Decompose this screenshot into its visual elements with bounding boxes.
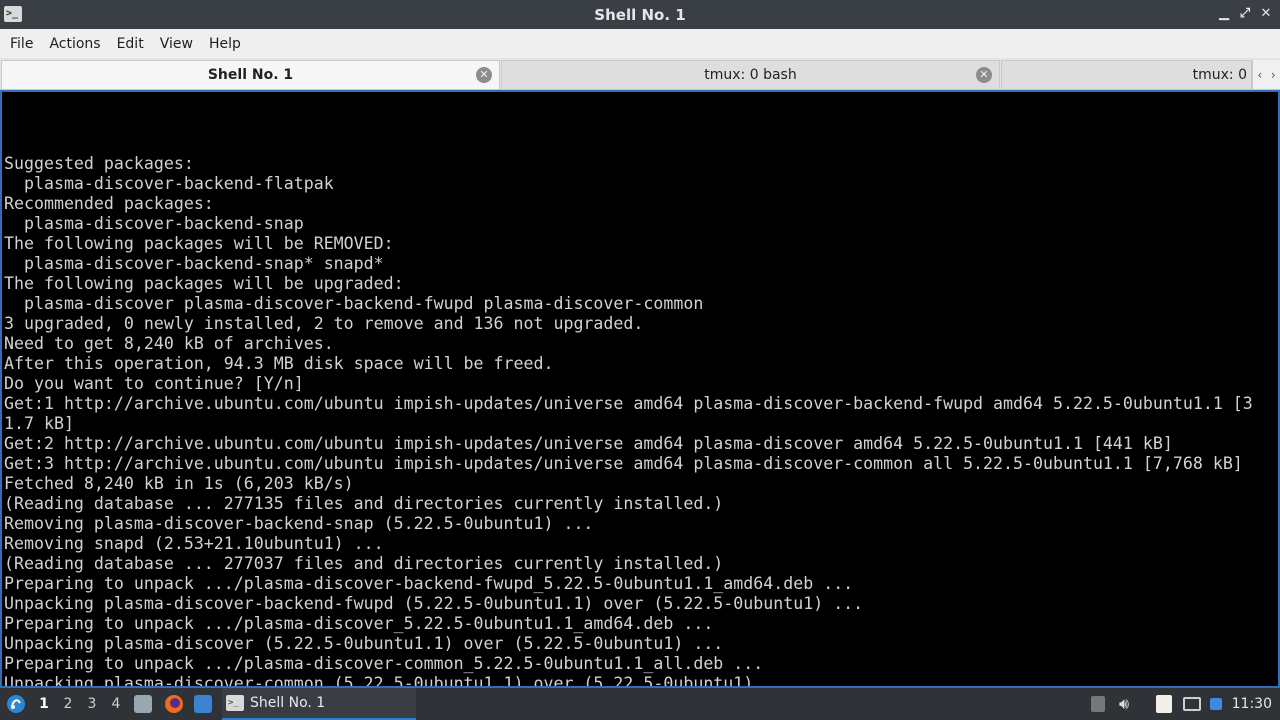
- terminal-line: Unpacking plasma-discover-common (5.22.5…: [4, 674, 794, 688]
- file-manager-icon[interactable]: [134, 688, 152, 720]
- workspace-1[interactable]: 1: [32, 688, 56, 720]
- taskbar-task-shell[interactable]: >_ Shell No. 1: [222, 688, 416, 720]
- terminal-output: Suggested packages: plasma-discover-back…: [4, 94, 1278, 688]
- taskbar: 1 2 3 4 >_ Shell No. 1 🔊︎ 11:30: [0, 688, 1280, 720]
- menu-edit[interactable]: Edit: [109, 36, 152, 52]
- window-title: Shell No. 1: [594, 5, 686, 24]
- terminal-line: Suggested packages:: [4, 154, 194, 173]
- terminal-line: plasma-discover-backend-flatpak: [4, 174, 334, 193]
- terminal-line: Get:2 http://archive.ubuntu.com/ubuntu i…: [4, 434, 1173, 453]
- tab-tmux-partial[interactable]: tmux: 0: [1001, 60, 1252, 89]
- close-button[interactable]: ✕: [1258, 5, 1274, 23]
- terminal-line: 3 upgraded, 0 newly installed, 2 to remo…: [4, 314, 644, 333]
- volume-icon[interactable]: 🔊︎: [1119, 688, 1129, 720]
- tab-scroll-right-icon[interactable]: ›: [1271, 68, 1276, 82]
- app-terminal-icon[interactable]: >_: [4, 6, 22, 22]
- terminal-line: plasma-discover plasma-discover-backend-…: [4, 294, 704, 313]
- workspace-4[interactable]: 4: [104, 688, 128, 720]
- terminal-line: plasma-discover-backend-snap* snapd*: [4, 254, 384, 273]
- terminal-line: After this operation, 94.3 MB disk space…: [4, 354, 554, 373]
- tab-bar: Shell No. 1 ✕ tmux: 0 bash ✕ tmux: 0 ‹ ›: [0, 58, 1280, 90]
- terminal-line: Get:3 http://archive.ubuntu.com/ubuntu i…: [4, 454, 1243, 473]
- menu-bar: File Actions Edit View Help: [0, 29, 1280, 58]
- terminal-line: The following packages will be REMOVED:: [4, 234, 394, 253]
- task-label: Shell No. 1: [250, 695, 326, 711]
- tab-scroll-arrows: ‹ ›: [1252, 60, 1280, 89]
- tab-close-icon[interactable]: ✕: [476, 67, 492, 83]
- maximize-button[interactable]: ⤢: [1237, 5, 1253, 23]
- terminal-line: Fetched 8,240 kB in 1s (6,203 kB/s): [4, 474, 354, 493]
- terminal-line: Get:1 http://archive.ubuntu.com/ubuntu i…: [4, 394, 1253, 413]
- workspace-3[interactable]: 3: [80, 688, 104, 720]
- workspace-2[interactable]: 2: [56, 688, 80, 720]
- window-titlebar: >_ Shell No. 1 ▁ ⤢ ✕: [0, 0, 1280, 29]
- terminal-line: The following packages will be upgraded:: [4, 274, 404, 293]
- clipboard-icon[interactable]: [1156, 688, 1172, 720]
- terminal-line: plasma-discover-backend-snap: [4, 214, 304, 233]
- menu-view[interactable]: View: [152, 36, 201, 52]
- terminal-line: Do you want to continue? [Y/n]: [4, 374, 304, 393]
- terminal-line: Removing snapd (2.53+21.10ubuntu1) ...: [4, 534, 384, 553]
- notification-icon[interactable]: [1210, 688, 1222, 720]
- terminal-line: 1.7 kB]: [4, 414, 74, 433]
- network-icon[interactable]: [1183, 688, 1201, 720]
- menu-file[interactable]: File: [2, 36, 41, 52]
- menu-help[interactable]: Help: [201, 36, 249, 52]
- terminal-line: Unpacking plasma-discover-backend-fwupd …: [4, 594, 864, 613]
- tab-tmux-bash[interactable]: tmux: 0 bash ✕: [501, 60, 1000, 89]
- terminal-line: Unpacking plasma-discover (5.22.5-0ubunt…: [4, 634, 724, 653]
- tab-close-icon[interactable]: ✕: [976, 67, 992, 83]
- menu-actions[interactable]: Actions: [41, 36, 108, 52]
- terminal-line: Preparing to unpack .../plasma-discover_…: [4, 614, 714, 633]
- tab-label: Shell No. 1: [207, 67, 294, 83]
- minimize-button[interactable]: ▁: [1216, 5, 1232, 23]
- tab-scroll-left-icon[interactable]: ‹: [1257, 68, 1262, 82]
- terminal-icon: >_: [226, 695, 244, 711]
- tab-label: tmux: 0: [1192, 67, 1247, 83]
- terminal-line: (Reading database ... 277135 files and d…: [4, 494, 724, 513]
- tab-shell-no-1[interactable]: Shell No. 1 ✕: [1, 60, 500, 89]
- desktop-icon[interactable]: [194, 688, 212, 720]
- terminal-line: Removing plasma-discover-backend-snap (5…: [4, 514, 594, 533]
- firefox-icon[interactable]: [164, 688, 184, 720]
- terminal-view[interactable]: Suggested packages: plasma-discover-back…: [0, 90, 1280, 688]
- update-icon[interactable]: [1091, 688, 1105, 720]
- terminal-line: Preparing to unpack .../plasma-discover-…: [4, 574, 854, 593]
- start-menu-icon[interactable]: [4, 688, 28, 720]
- terminal-line: Need to get 8,240 kB of archives.: [4, 334, 334, 353]
- tab-label: tmux: 0 bash: [704, 67, 797, 83]
- terminal-line: Preparing to unpack .../plasma-discover-…: [4, 654, 764, 673]
- terminal-line: (Reading database ... 277037 files and d…: [4, 554, 724, 573]
- terminal-line: Recommended packages:: [4, 194, 214, 213]
- clock[interactable]: 11:30: [1232, 688, 1272, 720]
